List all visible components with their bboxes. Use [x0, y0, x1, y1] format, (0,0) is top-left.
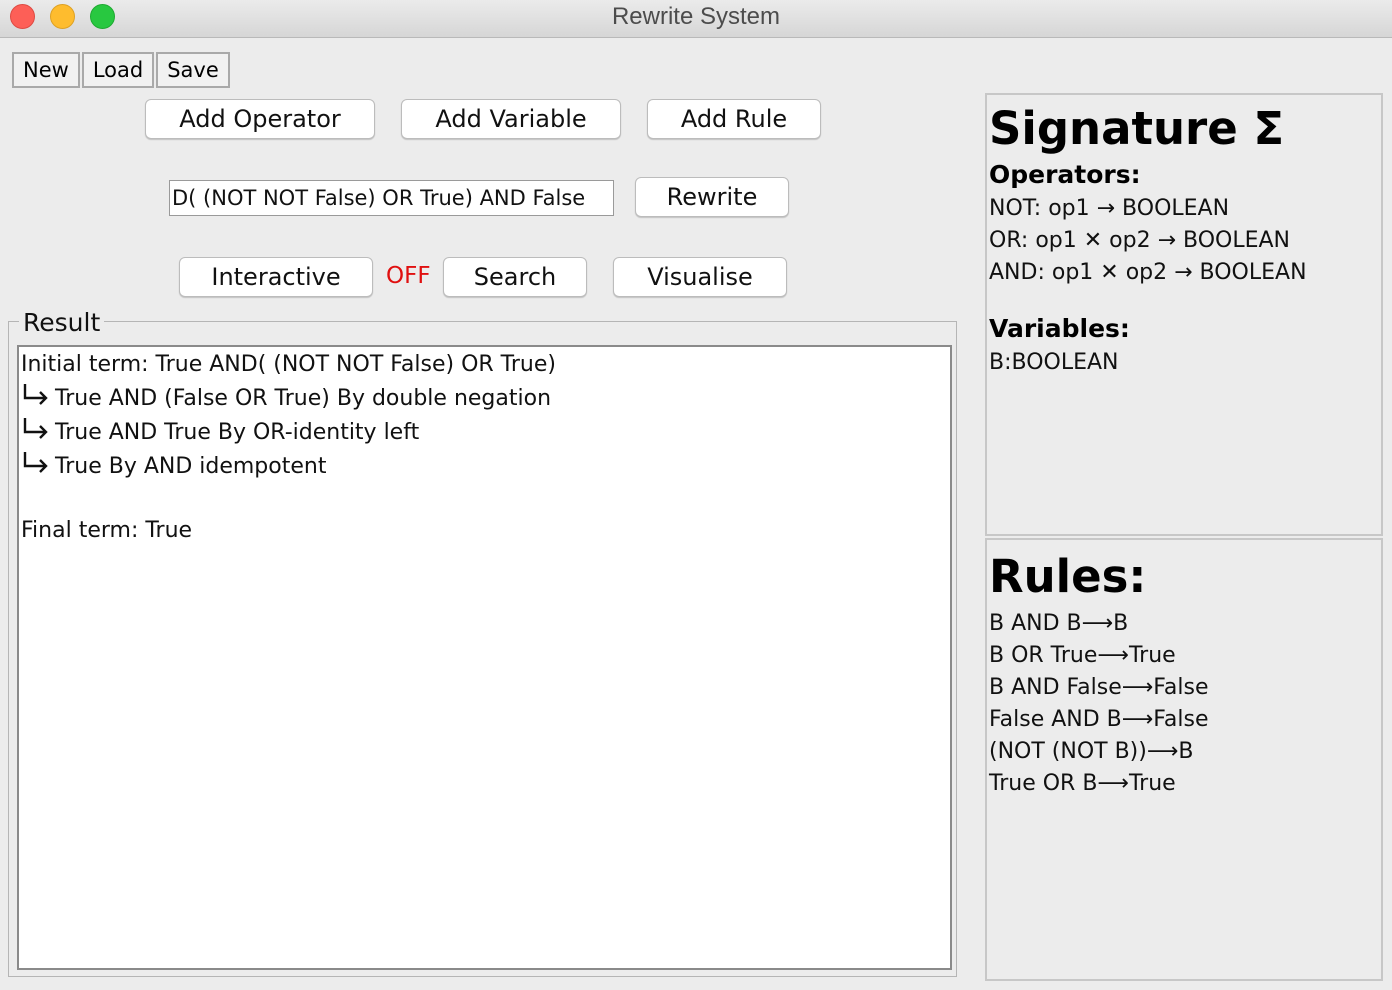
signature-title: Signature Σ	[989, 102, 1285, 155]
step-line: True AND True By OR-identity left	[21, 415, 948, 449]
rules-title: Rules:	[989, 550, 1147, 603]
add-variable-button[interactable]: Add Variable	[401, 99, 621, 139]
rule-item: True OR B⟶True	[989, 771, 1176, 796]
signature-panel: Signature Σ Operators: NOT: op1 → BOOLEA…	[985, 93, 1383, 536]
initial-term-line: Initial term: True AND( (NOT NOT False) …	[21, 352, 556, 377]
window-title: Rewrite System	[611, 3, 781, 30]
step-text: True AND (False OR True) By double negat…	[55, 386, 552, 411]
rule-item: False AND B⟶False	[989, 707, 1209, 732]
result-group: Result Initial term: True AND( (NOT NOT …	[8, 308, 957, 977]
operators-heading: Operators:	[989, 160, 1141, 189]
step-text: True AND True By OR-identity left	[55, 420, 420, 445]
search-button[interactable]: Search	[443, 257, 587, 297]
result-legend: Result	[19, 308, 105, 338]
operator-item: OR: op1 ✕ op2 → BOOLEAN	[989, 228, 1291, 253]
return-arrow-icon	[21, 381, 55, 415]
variable-item: B:BOOLEAN	[989, 350, 1119, 375]
rule-item: B AND False⟶False	[989, 675, 1209, 700]
interactive-status-label: OFF	[386, 263, 431, 289]
interactive-button[interactable]: Interactive	[179, 257, 373, 297]
load-button[interactable]: Load	[81, 52, 155, 88]
result-text-area[interactable]: Initial term: True AND( (NOT NOT False) …	[17, 345, 952, 970]
rules-panel: Rules: B AND B⟶B B OR True⟶True B AND Fa…	[985, 538, 1383, 981]
variables-heading: Variables:	[989, 314, 1130, 343]
step-text: True By AND idempotent	[55, 454, 327, 479]
new-button[interactable]: New	[12, 52, 80, 88]
rewrite-button[interactable]: Rewrite	[635, 177, 789, 217]
visualise-button[interactable]: Visualise	[613, 257, 787, 297]
file-toolbar: New Load Save	[12, 52, 232, 88]
rule-item: B OR True⟶True	[989, 643, 1176, 668]
return-arrow-icon	[21, 449, 55, 483]
title-bar: Rewrite System	[0, 0, 1392, 38]
save-button[interactable]: Save	[156, 52, 230, 88]
operator-item: NOT: op1 → BOOLEAN	[989, 196, 1230, 221]
operator-item: AND: op1 ✕ op2 → BOOLEAN	[989, 260, 1307, 285]
term-input[interactable]: D( (NOT NOT False) OR True) AND False	[169, 180, 614, 216]
step-line: True By AND idempotent	[21, 449, 948, 483]
return-arrow-icon	[21, 415, 55, 449]
add-operator-button[interactable]: Add Operator	[145, 99, 375, 139]
step-line: True AND (False OR True) By double negat…	[21, 381, 948, 415]
rule-item: (NOT (NOT B))⟶B	[989, 739, 1194, 764]
final-term-line: Final term: True	[21, 518, 193, 543]
rule-item: B AND B⟶B	[989, 611, 1129, 636]
app-window: Rewrite System New Load Save Add Operato…	[0, 0, 1392, 990]
add-rule-button[interactable]: Add Rule	[647, 99, 821, 139]
